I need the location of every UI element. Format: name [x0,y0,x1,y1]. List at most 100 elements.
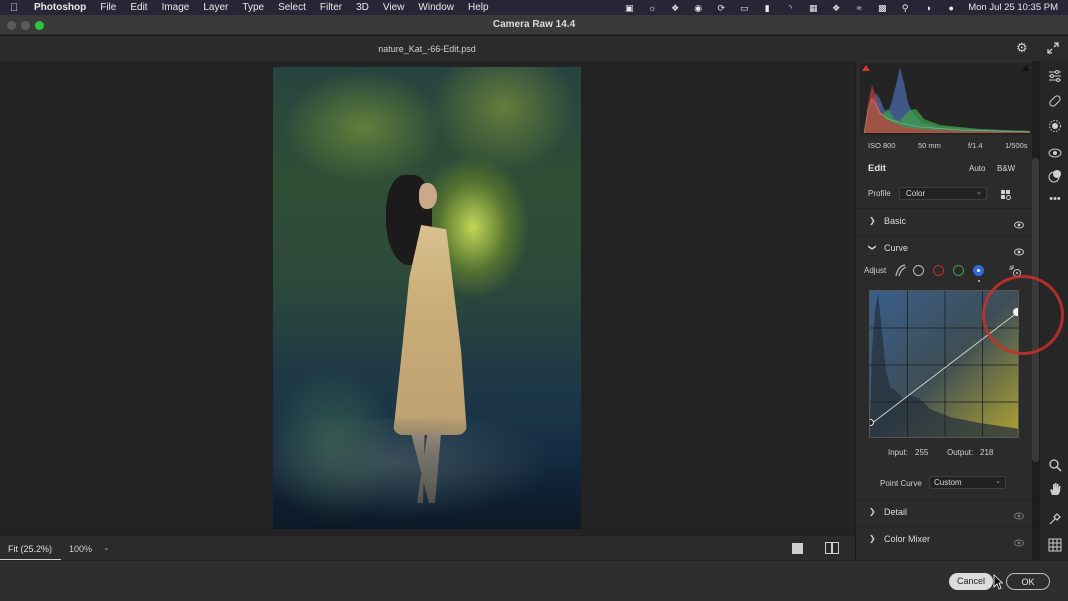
section-curve[interactable]: ❯ Curve [856,235,1033,259]
fullscreen-icon[interactable] [1046,41,1060,55]
mouse-cursor-icon [993,574,1004,590]
bw-button[interactable]: B&W [997,164,1015,173]
point-curve-select[interactable]: Custom ⌄ [929,476,1006,489]
red-eye-icon[interactable] [1048,146,1062,160]
zoom-100-button[interactable]: 100% [69,544,92,554]
bluetooth-icon[interactable]: ❖ [830,3,842,13]
gear-icon[interactable]: ⚙ [1016,41,1030,55]
section-curve-label: Curve [884,243,909,253]
channel-blue-button[interactable] [973,265,984,276]
section-detail-label: Detail [884,507,908,517]
menu-filter[interactable]: Filter [320,2,342,13]
camera-icon[interactable]: ▣ [623,3,635,13]
menu-3d[interactable]: 3D [356,2,369,13]
menu-view[interactable]: View [383,2,405,13]
grid-overlay-icon[interactable] [1048,538,1062,552]
profile-row: Profile Color ⌄ [856,185,1033,203]
menu-window[interactable]: Window [418,2,454,13]
menu-bar:  Photoshop File Edit Image Layer Type S… [0,0,1068,15]
menu-image[interactable]: Image [162,2,190,13]
siri-icon[interactable]: ● [945,3,957,13]
layout-icon[interactable]: ▦ [807,3,819,13]
battery-icon[interactable]: ▩ [876,3,888,13]
more-options-icon[interactable]: ••• [1048,192,1062,206]
file-bar: nature_Kat_-66-Edit.psd ⚙ [0,36,1068,61]
chevron-right-icon: ❯ [869,507,876,516]
auto-button[interactable]: Auto [969,164,985,173]
edit-header: Edit Auto B&W [856,157,1033,179]
chevron-right-icon: ❯ [869,534,876,543]
point-curve-value: Custom [934,478,962,487]
section-detail[interactable]: ❯ Detail [856,499,1033,523]
menu-clock[interactable]: Mon Jul 25 10:35 PM [968,2,1058,13]
chevron-down-icon[interactable]: ⌄ [103,543,110,552]
exif-focal-length: 50 mm [918,141,941,150]
gauge-icon[interactable]: ◝ [784,3,796,13]
ok-button[interactable]: OK [1006,573,1050,590]
eye-icon[interactable] [1014,243,1024,256]
eyedropper-icon[interactable] [1048,512,1062,526]
input-value[interactable]: 255 [915,448,928,457]
menu-type[interactable]: Type [242,2,264,13]
masking-icon[interactable] [1048,119,1062,133]
canvas-status-bar: Fit (25.2%) 100% ⌄ [0,535,855,561]
preview-canvas[interactable] [0,61,855,535]
channel-red-button[interactable] [933,265,944,276]
sync-icon[interactable]: ⟳ [715,3,727,13]
compare-view-icon[interactable] [825,542,839,554]
parametric-curve-icon[interactable] [894,264,907,282]
control-center-icon[interactable]: ◑ [922,3,934,13]
menu-edit[interactable]: Edit [130,2,147,13]
globe-icon[interactable]: ◉ [692,3,704,13]
channel-green-button[interactable] [953,265,964,276]
file-name: nature_Kat_-66-Edit.psd [378,44,476,54]
cancel-button[interactable]: Cancel [949,573,993,590]
eye-icon[interactable] [1014,534,1024,547]
channel-rgb-button[interactable] [913,265,924,276]
chevron-right-icon: ❯ [869,216,876,225]
apple-icon[interactable]:  [10,2,24,14]
profile-label: Profile [868,189,891,198]
menu-layer[interactable]: Layer [203,2,228,13]
exif-iso: ISO 800 [868,141,896,150]
photo-preview[interactable] [273,67,581,529]
hand-icon[interactable] [1048,482,1062,496]
zoom-icon[interactable] [1048,458,1062,472]
histogram [860,63,1032,135]
sliders-icon[interactable] [1048,69,1062,83]
fit-zoom-button[interactable]: Fit (25.2%) [0,536,61,561]
presets-icon[interactable] [1048,169,1062,183]
point-curve-row: Point Curve Custom ⌄ [856,475,1033,491]
bookmark-icon[interactable]: ▮ [761,3,773,13]
eye-icon[interactable] [1014,507,1024,520]
healing-brush-icon[interactable] [1048,94,1062,108]
adjust-label: Adjust [864,266,887,275]
chevron-down-icon: ❯ [867,244,877,251]
search-icon[interactable]: ⚲ [899,3,911,13]
menu-app[interactable]: Photoshop [34,2,86,13]
section-color-mixer-label: Color Mixer [884,534,931,544]
creative-cloud-icon[interactable]: ☼ [646,3,658,13]
section-basic[interactable]: ❯ Basic [856,208,1033,232]
dropbox-icon[interactable]: ❖ [669,3,681,13]
output-label: Output: [947,448,974,457]
profile-select[interactable]: Color ⌄ [899,187,987,200]
annotation-highlight-circle [982,275,1064,355]
output-value[interactable]: 218 [980,448,993,457]
single-view-icon[interactable] [792,543,803,554]
section-basic-label: Basic [884,216,907,226]
screen-share-icon[interactable]: ▭ [738,3,750,13]
menu-file[interactable]: File [100,2,116,13]
section-color-mixer[interactable]: ❯ Color Mixer [856,526,1033,550]
exif-shutter: 1/500s [1005,141,1028,150]
menu-select[interactable]: Select [278,2,306,13]
menu-help[interactable]: Help [468,2,489,13]
wifi-icon[interactable]: ≈ [853,3,865,13]
point-curve-label: Point Curve [880,479,922,488]
profile-browser-icon[interactable] [1001,188,1012,200]
exif-aperture: f/1.4 [968,141,983,150]
profile-value: Color [906,189,926,198]
input-label: Input: [888,448,909,457]
eye-icon[interactable] [1014,216,1024,229]
photo-subject-face [419,183,437,209]
